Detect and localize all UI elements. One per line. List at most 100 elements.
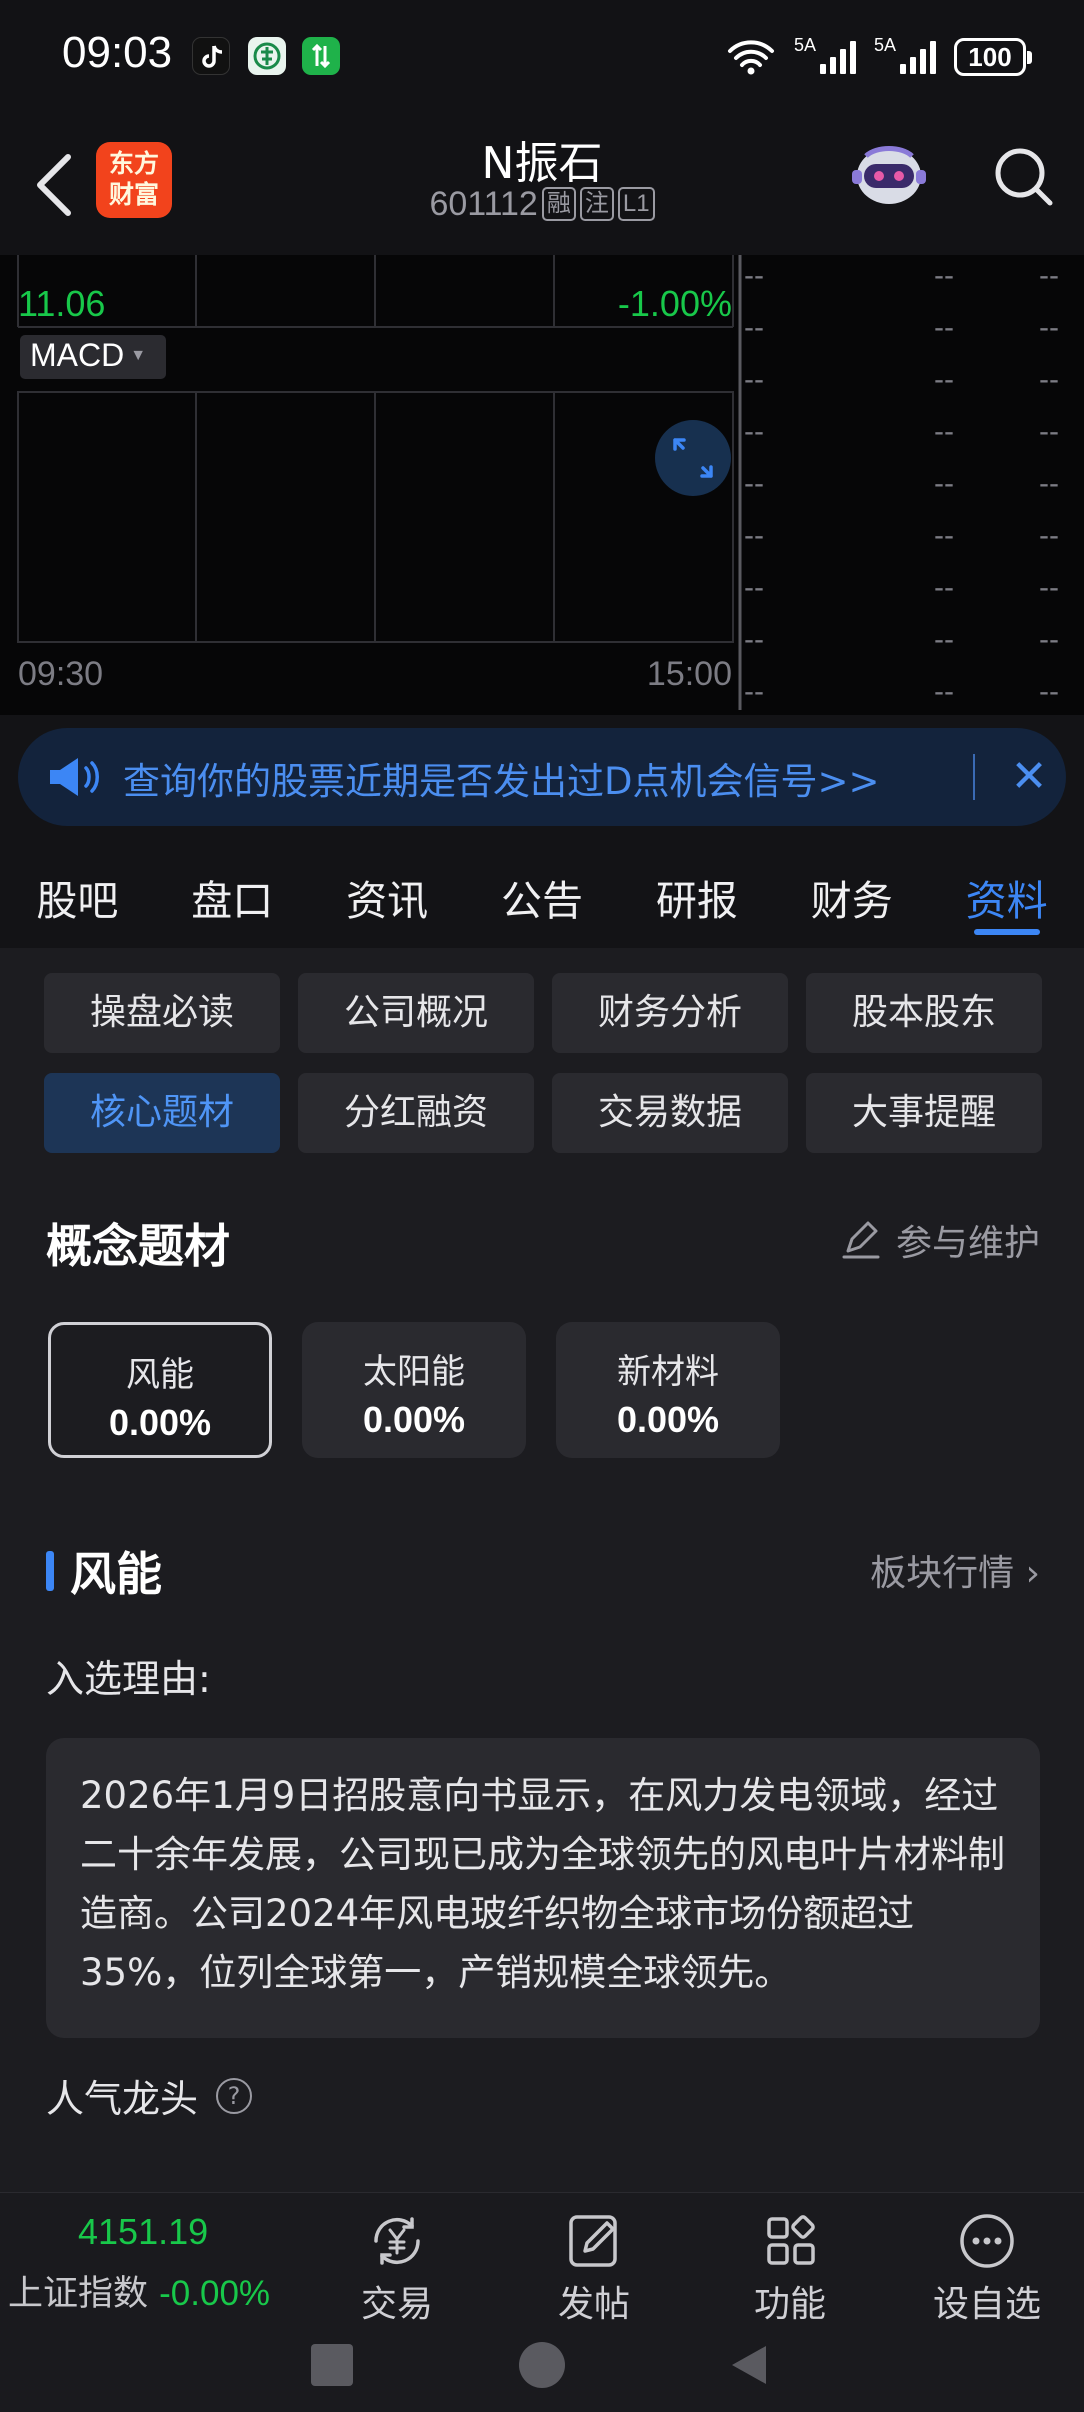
profile-subtabs: 操盘必读 公司概况 财务分析 股本股东 核心题材 分红融资 交易数据 大事提醒 [44, 973, 1044, 1153]
nav-functions[interactable]: 功能 [720, 2211, 860, 2327]
orderbook-cell: -- [1039, 571, 1059, 604]
search-icon [995, 148, 1053, 206]
megaphone-icon [50, 758, 99, 796]
close-banner-button[interactable]: ✕ [1004, 752, 1054, 802]
orderbook-cell: -- [934, 519, 954, 552]
status-time: 09:03 [62, 28, 173, 77]
orderbook-cell: -- [1039, 363, 1059, 396]
index-value[interactable]: 4151.19 [78, 2211, 208, 2253]
orderbook-cell: -- [934, 571, 954, 604]
robot-assistant-icon[interactable] [846, 130, 932, 216]
expand-chart-button[interactable] [655, 420, 731, 496]
section-tabs: 股吧 盘口 资讯 公告 研报 财务 资料 [0, 845, 1084, 945]
concept-change: 0.00% [362, 1399, 466, 1440]
chip-core-themes[interactable]: 核心题材 [44, 1073, 280, 1153]
trade-yen-icon [374, 2217, 420, 2265]
expand-icon [673, 438, 713, 478]
bottom-nav: 4151.19 上证指数 -0.00% 交易 发帖 功能 设自选 [0, 2192, 1084, 2328]
sector-quotes-link[interactable]: 板块行情 › [870, 1544, 1040, 1596]
indicator-selector[interactable]: MACD ▼ [20, 335, 166, 379]
nav-label: 功能 [753, 2284, 826, 2325]
orderbook-cell: -- [1039, 467, 1059, 500]
chip-trading-essentials[interactable]: 操盘必读 [44, 973, 280, 1053]
grid-icon [767, 2215, 815, 2265]
concept-change: 0.00% [616, 1399, 720, 1440]
orderbook-cell: -- [934, 467, 954, 500]
orderbook-cell: -- [744, 571, 764, 604]
concept-name: 新材料 [617, 1352, 719, 1392]
concept-section-title: 概念题材 [46, 1219, 230, 1273]
maintain-label: 参与维护 [895, 1223, 1040, 1264]
detail-heading: 风能 [46, 1538, 162, 1604]
indicator-label: MACD [30, 337, 125, 373]
home-button[interactable] [519, 2342, 565, 2388]
signal-label: 5A [793, 34, 816, 55]
status-bar: 09:03 5A 5A 100 [0, 0, 1084, 115]
concept-name: 太阳能 [363, 1352, 465, 1392]
edit-pencil-icon [842, 1221, 880, 1259]
more-dots-icon [960, 2214, 1014, 2268]
orderbook-cell: -- [744, 311, 764, 344]
index-ticker[interactable]: 上证指数 -0.00% [8, 2265, 270, 2316]
tab-pankou[interactable]: 盘口 [155, 845, 310, 945]
chip-major-events[interactable]: 大事提醒 [806, 1073, 1042, 1153]
concept-name: 风能 [126, 1355, 194, 1395]
orderbook-cell: -- [1039, 623, 1059, 656]
chip-company-overview[interactable]: 公司概况 [298, 973, 534, 1053]
transfer-app-icon [302, 37, 340, 75]
nav-label: 交易 [360, 2284, 433, 2325]
tab-news[interactable]: 资讯 [310, 845, 465, 945]
signal-icon [900, 40, 936, 74]
chip-financial-analysis[interactable]: 财务分析 [552, 973, 788, 1053]
tab-profile[interactable]: 资料 [929, 845, 1084, 945]
intraday-chart[interactable]: 11.06 -1.00% MACD ▼ 09:30 15:00 -- -- -- -- -… [0, 255, 1084, 715]
concept-card-solar[interactable]: 太阳能 0.00% [302, 1322, 526, 1458]
concept-change: 0.00% [108, 1402, 212, 1443]
concept-list: 风能 0.00% 太阳能 0.00% 新材料 0.00% [48, 1322, 780, 1458]
concept-card-wind[interactable]: 风能 0.00% [48, 1322, 272, 1458]
nav-trade[interactable]: 交易 [327, 2211, 467, 2327]
orderbook-cell: -- [744, 415, 764, 448]
order-book: -- -- -- -- -- -- -- -- -- -- -- -- -- -- -- -- -- -- -- --… [744, 255, 1084, 710]
nav-add-watchlist[interactable]: 设自选 [917, 2211, 1057, 2327]
help-icon[interactable]: ? [216, 2077, 253, 2114]
orderbook-cell: -- [934, 363, 954, 396]
orderbook-cell: -- [934, 259, 954, 292]
current-price: 11.06 [18, 283, 106, 324]
orderbook-cell: -- [934, 311, 954, 344]
tab-finance[interactable]: 财务 [774, 845, 929, 945]
concept-card-new-materials[interactable]: 新材料 0.00% [556, 1322, 780, 1458]
orderbook-cell: -- [934, 675, 954, 708]
popular-leader-row: 人气龙头 ? [46, 2068, 253, 2123]
signal-icon [819, 40, 856, 74]
recent-apps-button[interactable] [311, 2344, 353, 2386]
orderbook-cell: -- [1039, 675, 1059, 708]
orderbook-cell: -- [934, 623, 954, 656]
tab-research[interactable]: 研报 [619, 845, 774, 945]
chip-shareholders[interactable]: 股本股东 [806, 973, 1042, 1053]
signal-promo-banner[interactable]: 查询你的股票近期是否发出过D点机会信号>> ✕ [18, 728, 1066, 826]
chart-time-end: 15:00 [646, 655, 732, 693]
chip-dividends-financing[interactable]: 分红融资 [298, 1073, 534, 1153]
orderbook-cell: -- [1039, 519, 1059, 552]
tiktok-icon [192, 37, 230, 75]
tab-announcements[interactable]: 公告 [465, 845, 620, 945]
battery-level: 100 [968, 41, 1012, 72]
search-button[interactable] [990, 137, 1060, 217]
system-navigation-bar [0, 2328, 1084, 2412]
orderbook-cell: -- [744, 259, 764, 292]
tab-guba[interactable]: 股吧 [0, 845, 155, 945]
orderbook-cell: -- [744, 467, 764, 500]
profile-content: 操盘必读 公司概况 财务分析 股本股东 核心题材 分红融资 交易数据 大事提醒 … [0, 948, 1084, 2192]
stock-header: 东方 财富 N振石 601112 融注 L1 [0, 115, 1084, 255]
maintain-button[interactable]: 参与维护 [838, 1214, 1040, 1266]
level-tag: L1 [617, 187, 655, 221]
signal-label: 5A [873, 34, 896, 55]
detail-title: 风能 [70, 1547, 162, 1601]
wifi-icon [727, 40, 774, 75]
chip-trading-data[interactable]: 交易数据 [552, 1073, 788, 1153]
back-triangle-icon[interactable] [726, 2342, 772, 2388]
orderbook-cell: -- [744, 363, 764, 396]
bank-app-icon [248, 37, 286, 75]
nav-post[interactable]: 发帖 [524, 2211, 664, 2327]
